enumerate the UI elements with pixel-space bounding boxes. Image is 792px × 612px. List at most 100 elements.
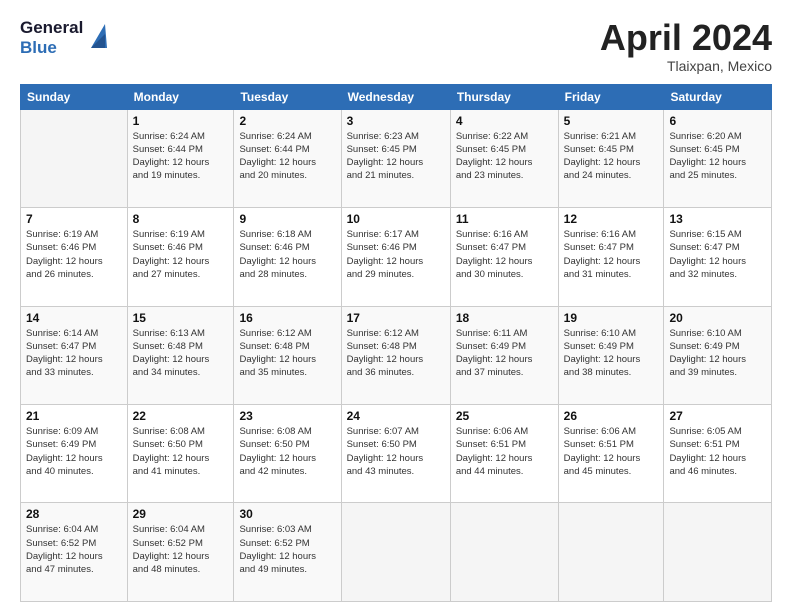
day-number: 6 (669, 114, 766, 128)
header-thursday: Thursday (450, 84, 558, 109)
day-number: 14 (26, 311, 122, 325)
calendar-cell: 16Sunrise: 6:12 AM Sunset: 6:48 PM Dayli… (234, 306, 341, 404)
header-sunday: Sunday (21, 84, 128, 109)
day-number: 9 (239, 212, 335, 226)
day-number: 30 (239, 507, 335, 521)
day-info: Sunrise: 6:09 AM Sunset: 6:49 PM Dayligh… (26, 425, 122, 478)
day-number: 21 (26, 409, 122, 423)
day-number: 28 (26, 507, 122, 521)
day-info: Sunrise: 6:23 AM Sunset: 6:45 PM Dayligh… (347, 130, 445, 183)
logo-wordmark: General Blue (20, 18, 109, 57)
day-number: 16 (239, 311, 335, 325)
day-number: 8 (133, 212, 229, 226)
day-info: Sunrise: 6:20 AM Sunset: 6:45 PM Dayligh… (669, 130, 766, 183)
calendar-cell (558, 503, 664, 602)
day-number: 27 (669, 409, 766, 423)
calendar-cell: 15 Sunrise: 6:13 AM Sunset: 6:48 PM Dayli… (127, 306, 234, 404)
calendar-week-row-0: 1 Sunrise: 6:24 AM Sunset: 6:44 PM Daylig… (21, 109, 772, 207)
calendar-cell: 26Sunrise: 6:06 AM Sunset: 6:51 PM Dayli… (558, 405, 664, 503)
day-info: Sunrise: 6:13 AM Sunset: 6:48 PM Dayligh… (133, 327, 229, 380)
calendar-cell (341, 503, 450, 602)
day-number: 26 (564, 409, 659, 423)
day-number: 18 (456, 311, 553, 325)
day-info: Sunrise: 6:07 AM Sunset: 6:50 PM Dayligh… (347, 425, 445, 478)
day-info: Sunrise: 6:12 AM Sunset: 6:48 PM Dayligh… (347, 327, 445, 380)
calendar-cell: 10 Sunrise: 6:17 AM Sunset: 6:46 PM Dayli… (341, 208, 450, 306)
title-block: April 2024 Tlaixpan, Mexico (600, 18, 772, 74)
calendar-cell: 4 Sunrise: 6:22 AM Sunset: 6:45 PM Daylig… (450, 109, 558, 207)
calendar-cell: 2 Sunrise: 6:24 AM Sunset: 6:44 PM Daylig… (234, 109, 341, 207)
day-number: 1 (133, 114, 229, 128)
day-info: Sunrise: 6:16 AM Sunset: 6:47 PM Dayligh… (456, 228, 553, 281)
header-saturday: Saturday (664, 84, 772, 109)
day-info: Sunrise: 6:22 AM Sunset: 6:45 PM Dayligh… (456, 130, 553, 183)
day-info: Sunrise: 6:08 AM Sunset: 6:50 PM Dayligh… (239, 425, 335, 478)
calendar-cell: 8 Sunrise: 6:19 AM Sunset: 6:46 PM Daylig… (127, 208, 234, 306)
day-number: 2 (239, 114, 335, 128)
calendar-cell: 7 Sunrise: 6:19 AM Sunset: 6:46 PM Daylig… (21, 208, 128, 306)
day-info: Sunrise: 6:04 AM Sunset: 6:52 PM Dayligh… (26, 523, 122, 576)
month-title: April 2024 (600, 18, 772, 58)
day-info: Sunrise: 6:04 AM Sunset: 6:52 PM Dayligh… (133, 523, 229, 576)
calendar-cell: 29 Sunrise: 6:04 AM Sunset: 6:52 PM Dayli… (127, 503, 234, 602)
day-info: Sunrise: 6:24 AM Sunset: 6:44 PM Dayligh… (133, 130, 229, 183)
day-number: 17 (347, 311, 445, 325)
calendar-cell (664, 503, 772, 602)
header: General Blue April 2024 Tlaixpan, Mexico (20, 18, 772, 74)
calendar-cell: 25 Sunrise: 6:06 AM Sunset: 6:51 PM Dayli… (450, 405, 558, 503)
day-info: Sunrise: 6:05 AM Sunset: 6:51 PM Dayligh… (669, 425, 766, 478)
calendar-cell: 1 Sunrise: 6:24 AM Sunset: 6:44 PM Daylig… (127, 109, 234, 207)
day-info: Sunrise: 6:11 AM Sunset: 6:49 PM Dayligh… (456, 327, 553, 380)
day-info: Sunrise: 6:10 AM Sunset: 6:49 PM Dayligh… (669, 327, 766, 380)
day-info: Sunrise: 6:18 AM Sunset: 6:46 PM Dayligh… (239, 228, 335, 281)
day-number: 7 (26, 212, 122, 226)
calendar-cell: 17 Sunrise: 6:12 AM Sunset: 6:48 PM Dayli… (341, 306, 450, 404)
calendar-cell: 14 Sunrise: 6:14 AM Sunset: 6:47 PM Dayli… (21, 306, 128, 404)
day-info: Sunrise: 6:06 AM Sunset: 6:51 PM Dayligh… (456, 425, 553, 478)
calendar-week-row-4: 28 Sunrise: 6:04 AM Sunset: 6:52 PM Dayli… (21, 503, 772, 602)
day-number: 19 (564, 311, 659, 325)
day-number: 25 (456, 409, 553, 423)
header-friday: Friday (558, 84, 664, 109)
header-tuesday: Tuesday (234, 84, 341, 109)
day-number: 13 (669, 212, 766, 226)
calendar-cell: 27 Sunrise: 6:05 AM Sunset: 6:51 PM Dayli… (664, 405, 772, 503)
calendar-cell: 11 Sunrise: 6:16 AM Sunset: 6:47 PM Dayli… (450, 208, 558, 306)
calendar-week-row-1: 7 Sunrise: 6:19 AM Sunset: 6:46 PM Daylig… (21, 208, 772, 306)
day-info: Sunrise: 6:17 AM Sunset: 6:46 PM Dayligh… (347, 228, 445, 281)
calendar-cell: 23 Sunrise: 6:08 AM Sunset: 6:50 PM Dayli… (234, 405, 341, 503)
day-info: Sunrise: 6:08 AM Sunset: 6:50 PM Dayligh… (133, 425, 229, 478)
day-number: 10 (347, 212, 445, 226)
header-wednesday: Wednesday (341, 84, 450, 109)
calendar-cell (450, 503, 558, 602)
header-monday: Monday (127, 84, 234, 109)
day-number: 4 (456, 114, 553, 128)
day-number: 29 (133, 507, 229, 521)
page: General Blue April 2024 Tlaixpan, Mexico… (0, 0, 792, 612)
day-number: 11 (456, 212, 553, 226)
calendar-cell: 24Sunrise: 6:07 AM Sunset: 6:50 PM Dayli… (341, 405, 450, 503)
calendar-cell: 3 Sunrise: 6:23 AM Sunset: 6:45 PM Daylig… (341, 109, 450, 207)
logo: General Blue (20, 18, 109, 57)
calendar-cell: 5Sunrise: 6:21 AM Sunset: 6:45 PM Daylig… (558, 109, 664, 207)
weekday-header-row: Sunday Monday Tuesday Wednesday Thursday… (21, 84, 772, 109)
location-subtitle: Tlaixpan, Mexico (600, 58, 772, 74)
calendar-cell: 21 Sunrise: 6:09 AM Sunset: 6:49 PM Dayli… (21, 405, 128, 503)
day-info: Sunrise: 6:19 AM Sunset: 6:46 PM Dayligh… (26, 228, 122, 281)
day-info: Sunrise: 6:14 AM Sunset: 6:47 PM Dayligh… (26, 327, 122, 380)
calendar-week-row-3: 21 Sunrise: 6:09 AM Sunset: 6:49 PM Dayli… (21, 405, 772, 503)
day-number: 23 (239, 409, 335, 423)
calendar-cell (21, 109, 128, 207)
day-info: Sunrise: 6:10 AM Sunset: 6:49 PM Dayligh… (564, 327, 659, 380)
day-info: Sunrise: 6:16 AM Sunset: 6:47 PM Dayligh… (564, 228, 659, 281)
calendar-table: Sunday Monday Tuesday Wednesday Thursday… (20, 84, 772, 602)
day-info: Sunrise: 6:19 AM Sunset: 6:46 PM Dayligh… (133, 228, 229, 281)
day-number: 15 (133, 311, 229, 325)
day-info: Sunrise: 6:24 AM Sunset: 6:44 PM Dayligh… (239, 130, 335, 183)
calendar-cell: 30Sunrise: 6:03 AM Sunset: 6:52 PM Dayli… (234, 503, 341, 602)
calendar-cell: 12Sunrise: 6:16 AM Sunset: 6:47 PM Dayli… (558, 208, 664, 306)
day-number: 3 (347, 114, 445, 128)
calendar-cell: 28 Sunrise: 6:04 AM Sunset: 6:52 PM Dayli… (21, 503, 128, 602)
logo-sail-icon (87, 20, 109, 52)
day-info: Sunrise: 6:21 AM Sunset: 6:45 PM Dayligh… (564, 130, 659, 183)
